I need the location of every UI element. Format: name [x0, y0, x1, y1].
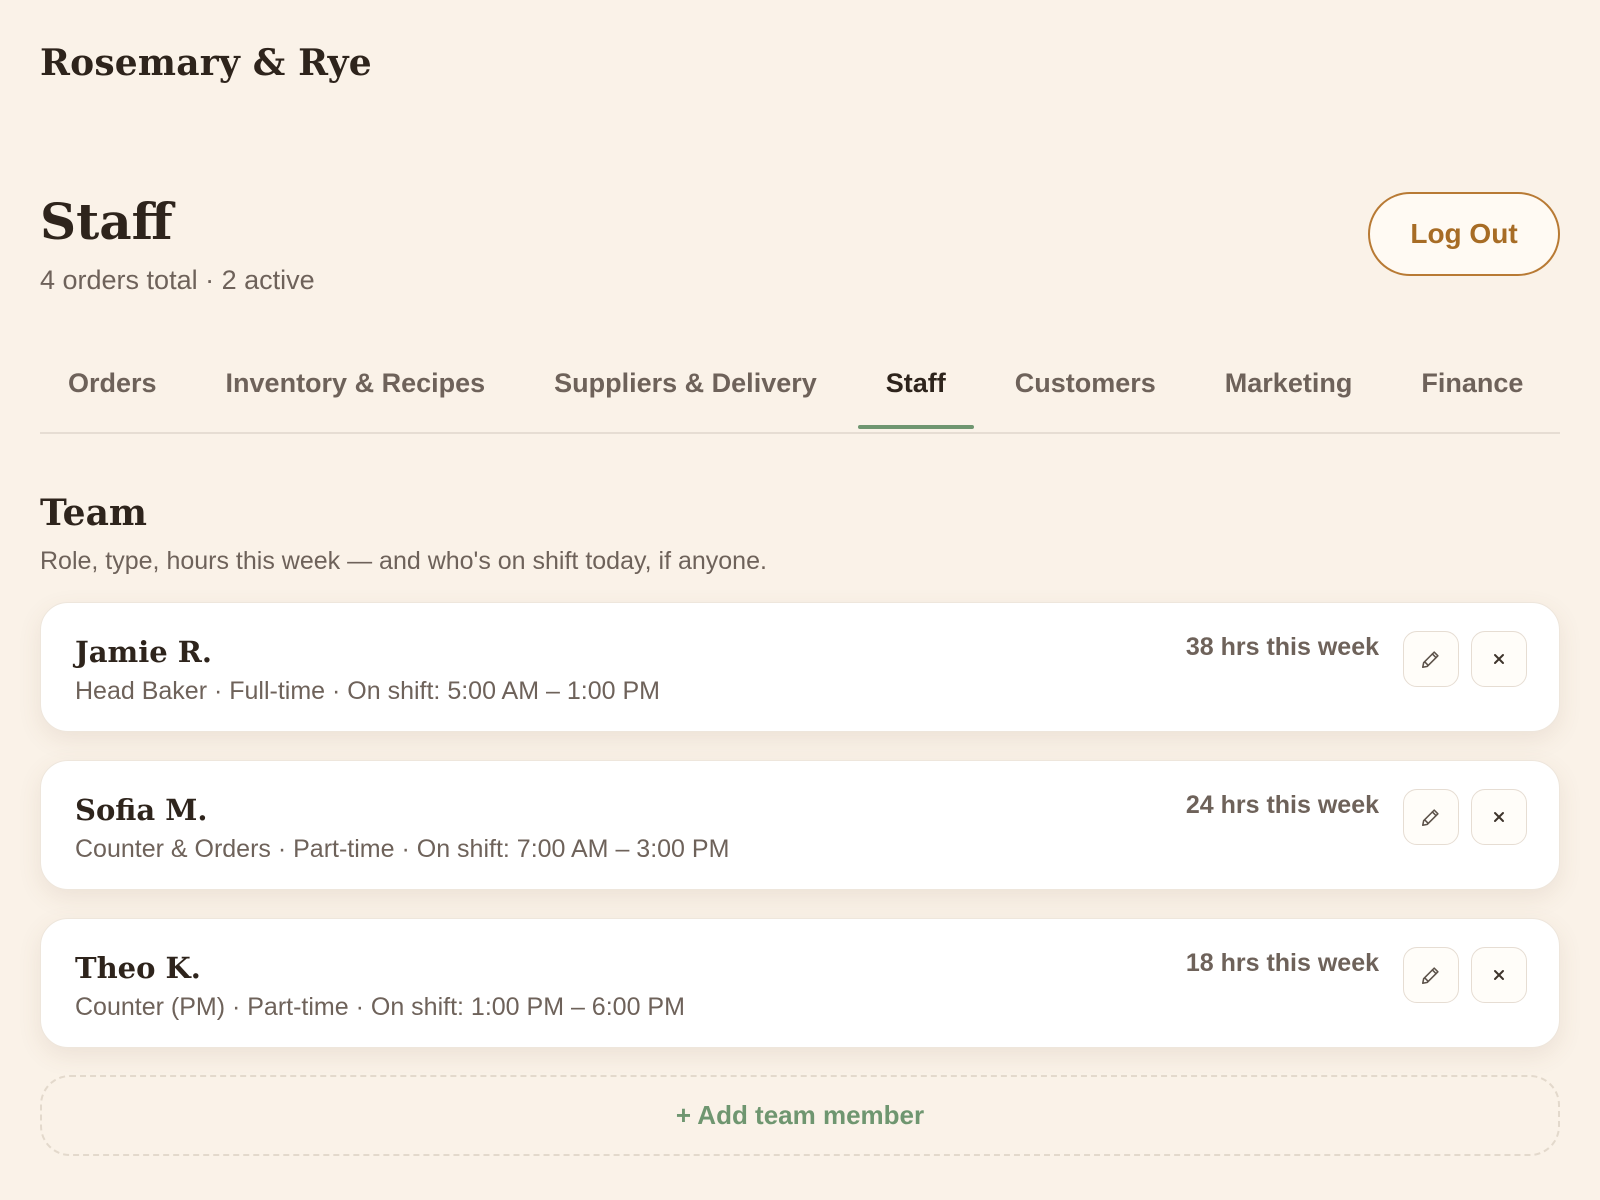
- team-member-name: Theo K.: [75, 951, 201, 985]
- edit-member-button[interactable]: [1403, 947, 1459, 1003]
- team-member-name: Sofia M.: [75, 793, 208, 827]
- tab-customers[interactable]: Customers: [987, 352, 1184, 432]
- logout-button[interactable]: Log Out: [1368, 192, 1560, 276]
- pencil-icon: [1420, 964, 1442, 986]
- staff-page: Rosemary & Rye Staff 4 orders total · 2 …: [40, 0, 1560, 1200]
- remove-member-button[interactable]: [1471, 947, 1527, 1003]
- tab-staff[interactable]: Staff: [857, 352, 974, 432]
- team-member-name: Jamie R.: [75, 635, 212, 669]
- team-member-card: Sofia M. Counter & Orders · Part-time · …: [40, 760, 1560, 890]
- team-member-card: Jamie R. Head Baker · Full-time · On shi…: [40, 602, 1560, 732]
- tab-marketing[interactable]: Marketing: [1197, 352, 1381, 432]
- team-member-details: Head Baker · Full-time · On shift: 5:00 …: [75, 677, 660, 705]
- team-member-hours: 18 hrs this week: [1185, 949, 1379, 977]
- team-list: Jamie R. Head Baker · Full-time · On shi…: [40, 602, 1560, 1076]
- page-subtitle: 4 orders total · 2 active: [40, 265, 315, 295]
- team-member-hours: 24 hrs this week: [1185, 791, 1379, 819]
- close-icon: [1491, 809, 1507, 825]
- tab-finance[interactable]: Finance: [1393, 352, 1551, 432]
- remove-member-button[interactable]: [1471, 789, 1527, 845]
- edit-member-button[interactable]: [1403, 631, 1459, 687]
- tab-orders[interactable]: Orders: [40, 352, 185, 432]
- close-icon: [1491, 967, 1507, 983]
- remove-member-button[interactable]: [1471, 631, 1527, 687]
- main-tabs: Orders Inventory & Recipes Suppliers & D…: [40, 352, 1560, 434]
- page-title: Staff: [40, 192, 173, 251]
- tab-suppliers-delivery[interactable]: Suppliers & Delivery: [526, 352, 845, 432]
- team-member-details: Counter (PM) · Part-time · On shift: 1:0…: [75, 993, 685, 1021]
- close-icon: [1491, 651, 1507, 667]
- edit-member-button[interactable]: [1403, 789, 1459, 845]
- team-member-hours: 38 hrs this week: [1185, 633, 1379, 661]
- team-member-card: Theo K. Counter (PM) · Part-time · On sh…: [40, 918, 1560, 1048]
- team-section-title: Team: [40, 492, 147, 534]
- pencil-icon: [1420, 648, 1442, 670]
- add-team-member-button[interactable]: + Add team member: [40, 1075, 1560, 1156]
- team-member-details: Counter & Orders · Part-time · On shift:…: [75, 835, 730, 863]
- brand-logo: Rosemary & Rye: [40, 42, 372, 84]
- team-section-description: Role, type, hours this week — and who's …: [40, 547, 767, 575]
- tab-inventory-recipes[interactable]: Inventory & Recipes: [198, 352, 514, 432]
- pencil-icon: [1420, 806, 1442, 828]
